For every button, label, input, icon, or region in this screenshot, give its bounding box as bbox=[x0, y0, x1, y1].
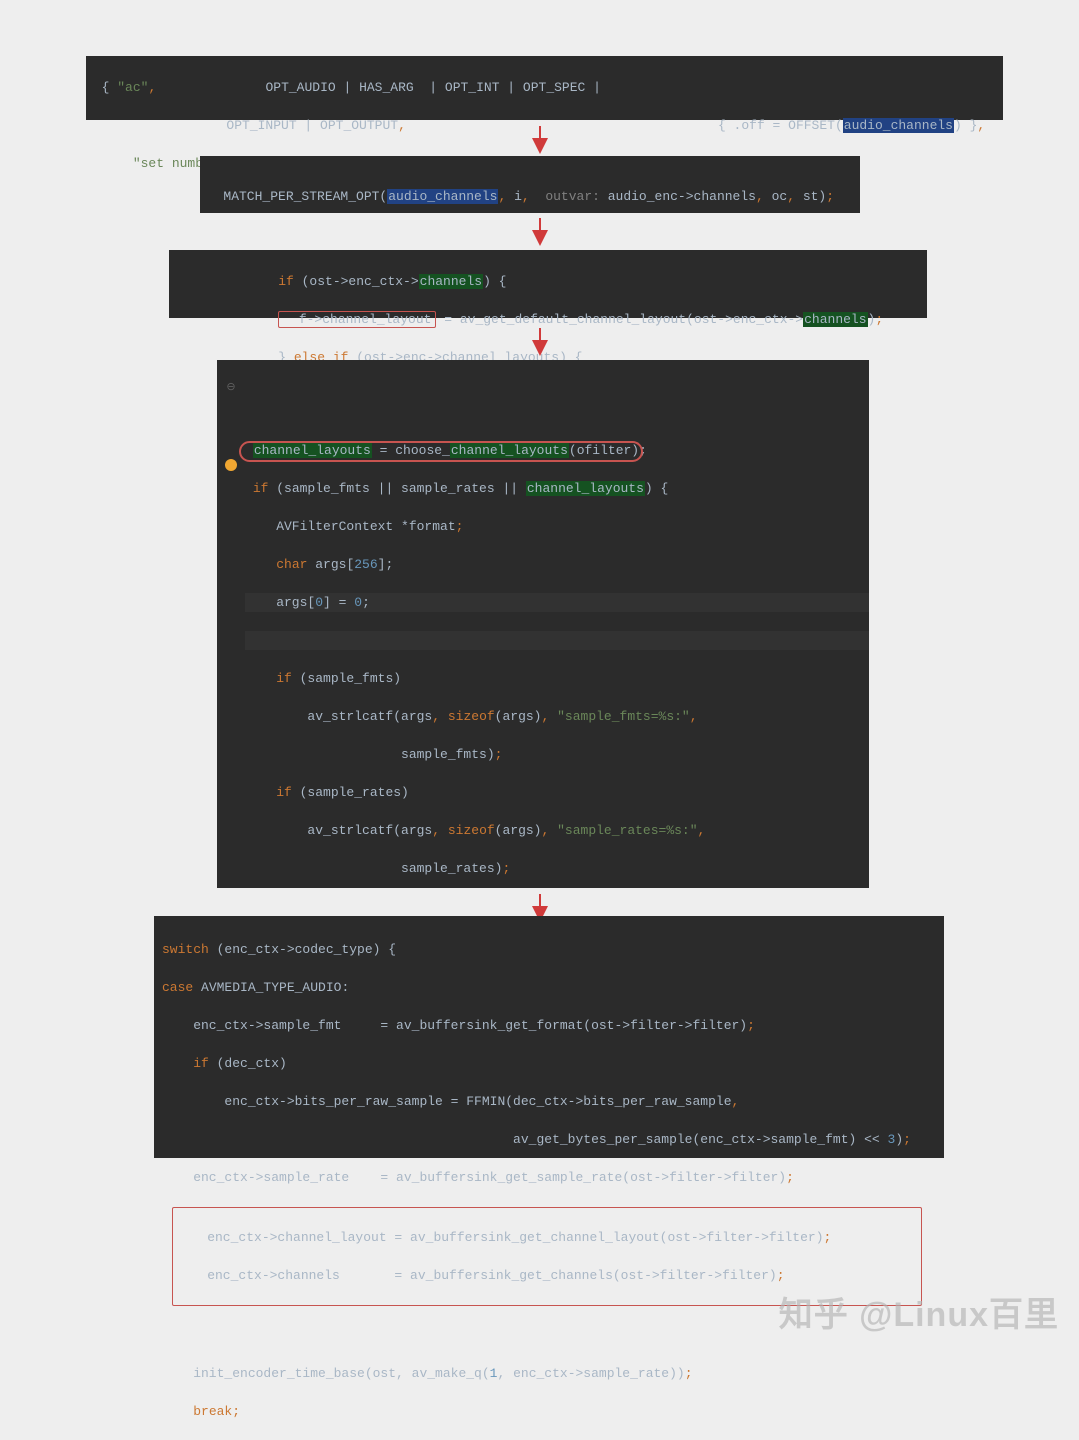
line: sample_rates); bbox=[245, 859, 869, 878]
arrow-icon bbox=[0, 210, 1079, 252]
collapse-icon[interactable]: ⊖ bbox=[226, 379, 235, 398]
line: sample_fmts); bbox=[245, 745, 869, 764]
sel-audio-channels: audio_channels bbox=[387, 189, 498, 204]
line: MATCH_PER_STREAM_OPT(audio_channels, i, … bbox=[200, 187, 860, 206]
line: case AVMEDIA_TYPE_AUDIO: bbox=[162, 978, 944, 997]
line: { "ac", OPT_AUDIO | HAS_ARG | OPT_INT | … bbox=[86, 78, 1003, 97]
line: if (sample_rates) bbox=[245, 783, 869, 802]
line: char args[256]; bbox=[245, 555, 869, 574]
gutter: ⊖ bbox=[217, 360, 245, 888]
code-block-5: switch (enc_ctx->codec_type) { case AVME… bbox=[154, 916, 944, 1158]
watermark: 知乎 @Linux百里 bbox=[779, 1287, 1059, 1336]
code-block-1: { "ac", OPT_AUDIO | HAS_ARG | OPT_INT | … bbox=[86, 56, 1003, 120]
intention-bulb-icon[interactable] bbox=[225, 459, 237, 471]
line: av_strlcatf(args, sizeof(args), "sample_… bbox=[245, 821, 869, 840]
line: if (sample_fmts || sample_rates || chann… bbox=[245, 479, 869, 498]
line: init_encoder_time_base(ost, av_make_q(1,… bbox=[162, 1364, 944, 1383]
code-block-3: if (ost->enc_ctx->channels) { f->channel… bbox=[169, 250, 927, 318]
line: enc_ctx->channels = av_buffersink_get_ch… bbox=[176, 1266, 918, 1285]
line: args[0] = 0; bbox=[245, 593, 869, 612]
code-block-2: MATCH_PER_STREAM_OPT(audio_channels, i, … bbox=[200, 156, 860, 213]
line: enc_ctx->sample_fmt = av_buffersink_get_… bbox=[162, 1016, 944, 1035]
line bbox=[245, 631, 869, 650]
arrow-icon bbox=[0, 118, 1079, 160]
code-block-4: ⊖ channel_layouts = choose_channel_layou… bbox=[217, 360, 869, 888]
line: av_get_bytes_per_sample(enc_ctx->sample_… bbox=[162, 1130, 944, 1149]
line: enc_ctx->bits_per_raw_sample = FFMIN(dec… bbox=[162, 1092, 944, 1111]
line: if (dec_ctx) bbox=[162, 1054, 944, 1073]
line: enc_ctx->sample_rate = av_buffersink_get… bbox=[162, 1168, 944, 1187]
line: av_strlcatf(args, sizeof(args), "sample_… bbox=[245, 707, 869, 726]
line: switch (enc_ctx->codec_type) { bbox=[162, 940, 944, 959]
line: if (sample_fmts) bbox=[245, 669, 869, 688]
line: if (ost->enc_ctx->channels) { bbox=[169, 272, 927, 291]
line: AVFilterContext *format; bbox=[245, 517, 869, 536]
line: break; bbox=[162, 1402, 944, 1421]
line: channel_layouts = choose_channel_layouts… bbox=[245, 441, 869, 460]
arrow-icon bbox=[0, 320, 1079, 362]
line: enc_ctx->channel_layout = av_buffersink_… bbox=[176, 1228, 918, 1247]
